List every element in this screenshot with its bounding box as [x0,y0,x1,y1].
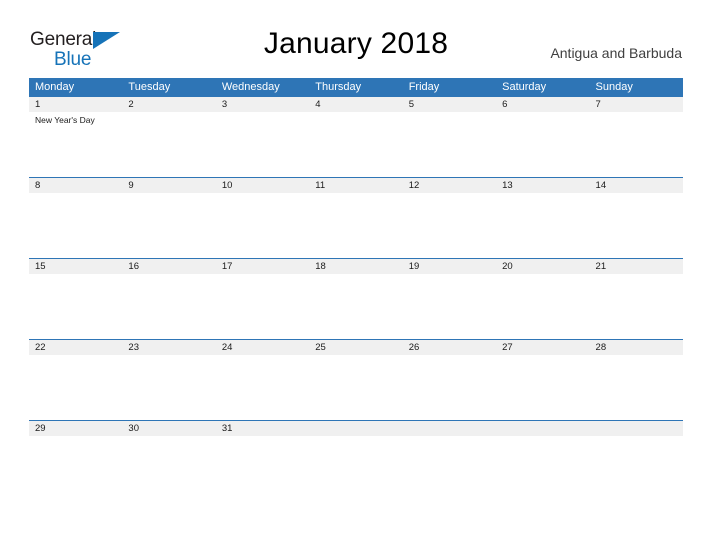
week-row: 22 23 24 25 26 27 28 [29,339,683,420]
day-cell[interactable] [29,355,122,420]
day-cell [309,436,402,501]
day-number[interactable]: 2 [122,97,215,112]
day-cell[interactable] [29,436,122,501]
day-number[interactable]: 6 [496,97,589,112]
week-event-band [29,274,683,339]
day-cell[interactable] [403,112,496,177]
day-cell[interactable] [496,112,589,177]
week-row: 15 16 17 18 19 20 21 [29,258,683,339]
dow-saturday: Saturday [502,81,547,93]
day-cell[interactable] [122,436,215,501]
day-number[interactable]: 27 [496,340,589,355]
dow-monday: Monday [35,81,75,93]
calendar-page: General Blue January 2018 Antigua and Ba… [0,0,712,550]
day-cell [590,436,683,501]
day-number [496,421,589,436]
day-cell [403,436,496,501]
week-number-band: 15 16 17 18 19 20 21 [29,259,683,274]
week-event-band: New Year's Day [29,112,683,177]
day-number[interactable]: 23 [122,340,215,355]
week-row: 1 2 3 4 5 6 7 New Year's Day [29,96,683,177]
day-cell[interactable] [309,355,402,420]
dow-tuesday: Tuesday [128,81,171,93]
day-number[interactable]: 1 [29,97,122,112]
dow-thursday: Thursday [315,81,362,93]
day-number[interactable]: 15 [29,259,122,274]
day-cell[interactable] [403,274,496,339]
calendar-grid: Monday Tuesday Wednesday Thursday Friday… [29,78,683,501]
day-cell[interactable] [29,274,122,339]
day-cell[interactable] [216,193,309,258]
day-cell[interactable] [309,112,402,177]
day-number[interactable]: 12 [403,178,496,193]
day-cell[interactable] [403,193,496,258]
day-number[interactable]: 5 [403,97,496,112]
day-cell[interactable] [496,355,589,420]
week-event-band [29,193,683,258]
day-cell[interactable] [29,193,122,258]
day-number[interactable]: 30 [122,421,215,436]
day-cell[interactable] [216,355,309,420]
week-number-band: 8 9 10 11 12 13 14 [29,178,683,193]
dow-friday: Friday [408,81,440,93]
day-number[interactable]: 21 [590,259,683,274]
day-cell[interactable] [590,355,683,420]
day-number[interactable]: 10 [216,178,309,193]
day-number[interactable]: 9 [122,178,215,193]
day-number[interactable]: 17 [216,259,309,274]
day-cell[interactable] [590,112,683,177]
week-event-band [29,436,683,501]
day-cell[interactable] [122,193,215,258]
day-number[interactable]: 4 [309,97,402,112]
week-number-band: 22 23 24 25 26 27 28 [29,340,683,355]
day-number[interactable]: 3 [216,97,309,112]
country-label: Antigua and Barbuda [550,45,682,61]
week-row: 29 30 31 [29,420,683,501]
day-cell[interactable] [590,274,683,339]
day-of-week-header: Monday Tuesday Wednesday Thursday Friday… [29,78,683,96]
dow-sunday: Sunday [595,81,633,93]
day-number [309,421,402,436]
holiday-label: New Year's Day [35,115,95,125]
day-cell[interactable] [496,274,589,339]
day-number[interactable]: 24 [216,340,309,355]
day-number[interactable]: 31 [216,421,309,436]
week-number-band: 29 30 31 [29,421,683,436]
week-row: 8 9 10 11 12 13 14 [29,177,683,258]
day-number [590,421,683,436]
day-number[interactable]: 26 [403,340,496,355]
day-number[interactable]: 18 [309,259,402,274]
day-number[interactable]: 7 [590,97,683,112]
day-cell[interactable]: New Year's Day [29,112,122,177]
page-header: General Blue January 2018 Antigua and Ba… [0,0,712,76]
day-number[interactable]: 13 [496,178,589,193]
week-event-band [29,355,683,420]
day-cell[interactable] [122,112,215,177]
day-number[interactable]: 14 [590,178,683,193]
day-number[interactable]: 28 [590,340,683,355]
day-cell [496,436,589,501]
day-number [403,421,496,436]
day-cell[interactable] [309,274,402,339]
day-number[interactable]: 29 [29,421,122,436]
day-cell[interactable] [216,274,309,339]
day-cell[interactable] [122,274,215,339]
week-number-band: 1 2 3 4 5 6 7 [29,97,683,112]
day-cell[interactable] [216,436,309,501]
day-cell[interactable] [590,193,683,258]
day-cell[interactable] [403,355,496,420]
day-number[interactable]: 20 [496,259,589,274]
day-cell[interactable] [122,355,215,420]
day-cell[interactable] [216,112,309,177]
day-number[interactable]: 16 [122,259,215,274]
day-number[interactable]: 25 [309,340,402,355]
day-cell[interactable] [496,193,589,258]
day-number[interactable]: 11 [309,178,402,193]
day-number[interactable]: 8 [29,178,122,193]
day-cell[interactable] [309,193,402,258]
dow-wednesday: Wednesday [221,81,280,93]
day-number[interactable]: 22 [29,340,122,355]
day-number[interactable]: 19 [403,259,496,274]
